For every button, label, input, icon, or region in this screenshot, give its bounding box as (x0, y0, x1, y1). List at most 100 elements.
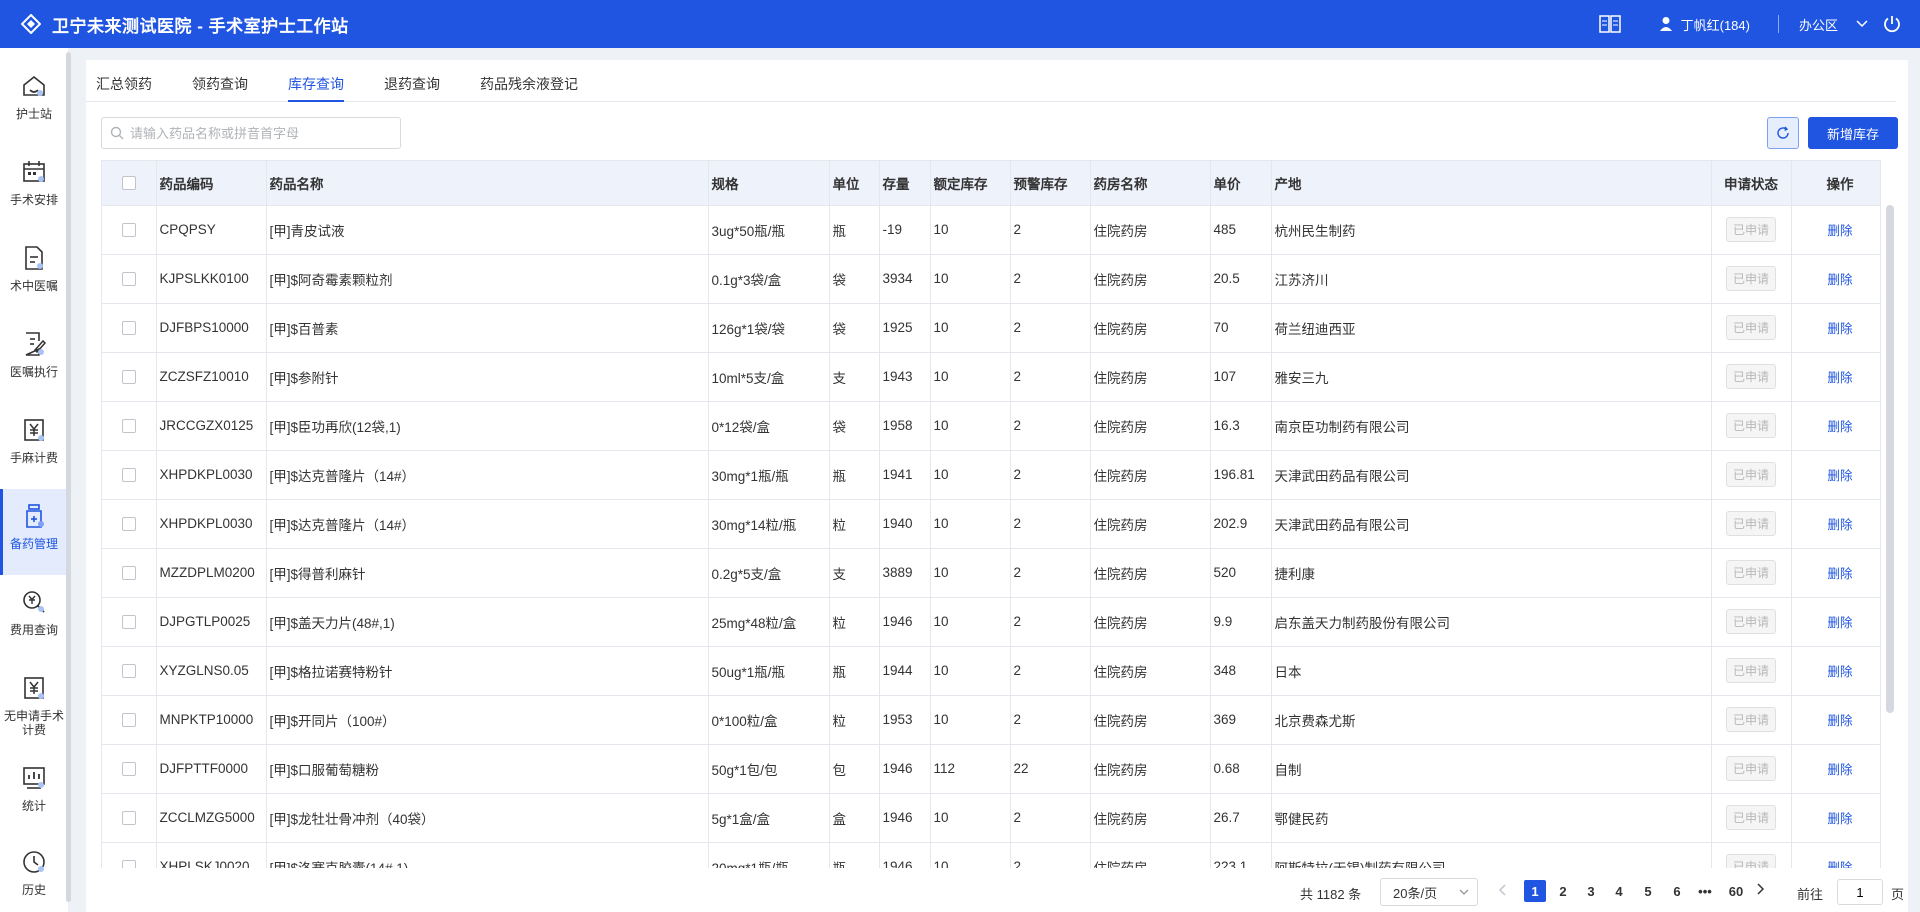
row-checkbox[interactable] (102, 548, 157, 598)
cell-status: 已申请 (1711, 254, 1792, 304)
manual-book-icon[interactable] (1598, 15, 1621, 33)
select-all-checkbox[interactable] (102, 161, 157, 206)
tab-collect-query[interactable]: 领药查询 (192, 74, 248, 102)
row-checkbox[interactable] (102, 842, 157, 868)
tab-return-query[interactable]: 退药查询 (384, 74, 440, 102)
tab-summary-collect[interactable]: 汇总领药 (96, 74, 152, 102)
page-button[interactable]: 2 (1552, 880, 1574, 902)
tab-stock-query[interactable]: 库存查询 (288, 74, 344, 102)
cell-stock: 1946 (879, 793, 931, 843)
table-row[interactable]: XHPLSKJ0020 [甲]$洛赛克胶囊(14#,1) 20mg*1瓶/瓶瓶 194… (102, 842, 1880, 868)
cell-price: 520 (1210, 548, 1272, 598)
delete-link[interactable]: 删除 (1827, 567, 1852, 581)
delete-link[interactable]: 删除 (1827, 322, 1852, 336)
next-page-button[interactable] (1756, 883, 1765, 898)
delete-link[interactable]: 删除 (1827, 616, 1852, 630)
goto-page-input[interactable] (1837, 879, 1883, 905)
table-row[interactable]: ZCCLMZG5000 [甲]$龙牡壮骨冲剂（40袋） 5g*1盒/盒盒 1946 10… (102, 793, 1880, 843)
table-row[interactable]: DJFPTTF0000 [甲]$口服葡萄糖粉 50g*1包/包包 1946 112 22 住… (102, 744, 1880, 794)
page-button[interactable]: 1 (1524, 880, 1546, 902)
delete-link[interactable]: 删除 (1827, 224, 1852, 238)
page-button[interactable]: 6 (1666, 880, 1688, 902)
sidebar-item-intraop-orders[interactable]: 术中医嘱 (0, 231, 68, 317)
row-checkbox[interactable] (102, 450, 157, 500)
power-icon[interactable] (1882, 14, 1902, 34)
table-row[interactable]: ZCZSFZ10010 [甲]$参附针 10ml*5支/盒支 1943 10 2 住院药房 1… (102, 352, 1880, 402)
cell-code: DJPGTLP0025 (156, 597, 267, 647)
cell-pharmacy: 住院药房 (1090, 695, 1211, 745)
cell-origin: 南京臣功制药有限公司 (1271, 401, 1712, 451)
table-row[interactable]: XHPDKPL0030 [甲]$达克普隆片（14#） 30mg*14粒/瓶粒 1940… (102, 499, 1880, 549)
delete-link[interactable]: 删除 (1827, 420, 1852, 434)
page-button[interactable]: 4 (1608, 880, 1630, 902)
office-label[interactable]: 办公区 (1799, 15, 1838, 34)
sidebar-scrollbar[interactable] (66, 52, 71, 902)
cell-warn: 22 (1010, 744, 1091, 794)
refresh-button[interactable] (1767, 117, 1799, 149)
sidebar-item-order-execution[interactable]: 医嘱执行 (0, 317, 68, 403)
delete-link[interactable]: 删除 (1827, 714, 1852, 728)
sidebar-item-no-request-billing[interactable]: 无申请手术计费 (0, 661, 68, 747)
delete-link[interactable]: 删除 (1827, 371, 1852, 385)
row-checkbox[interactable] (102, 254, 157, 304)
sidebar-item-history[interactable]: 历史 (0, 833, 68, 912)
table-row[interactable]: MZZDPLM0200 [甲]$得普利麻针 0.2g*5支/盒支 3889 10 2 住院药… (102, 548, 1880, 598)
table-row[interactable]: JRCCGZX0125 [甲]$臣功再欣(12袋,1) 0*12袋/盒袋 1958 10… (102, 401, 1880, 451)
delete-link[interactable]: 删除 (1827, 861, 1852, 868)
row-checkbox[interactable] (102, 695, 157, 745)
sidebar-item-surgery-schedule[interactable]: 手术安排 (0, 145, 68, 231)
table-row[interactable]: XYZGLNS0.05 [甲]$格拉诺赛特粉针 50ug*1瓶/瓶瓶 1944 10 2 住… (102, 646, 1880, 696)
cell-warn: 2 (1010, 254, 1091, 304)
search-input[interactable] (130, 125, 390, 141)
sidebar-item-nurse-station[interactable]: 护士站 (0, 59, 68, 145)
delete-link[interactable]: 删除 (1827, 812, 1852, 826)
more-pages-button[interactable]: ••• (1694, 880, 1716, 902)
delete-link[interactable]: 删除 (1827, 273, 1852, 287)
user-menu[interactable]: 丁帆红(184) (1659, 15, 1750, 34)
row-checkbox[interactable] (102, 401, 157, 451)
table-row[interactable]: XHPDKPL0030 [甲]$达克普隆片（14#） 30mg*1瓶/瓶瓶 1941 1… (102, 450, 1880, 500)
page-button[interactable]: 5 (1637, 880, 1659, 902)
row-checkbox[interactable] (102, 793, 157, 843)
page-button[interactable]: 3 (1580, 880, 1602, 902)
cell-unit: 包 (829, 744, 880, 794)
sidebar-item-fee-query[interactable]: 费用查询 (0, 575, 68, 661)
row-checkbox[interactable] (102, 597, 157, 647)
cell-spec: 20mg*1瓶/瓶 (708, 842, 830, 868)
table-row[interactable]: DJFBPS10000 [甲]$百普素 126g*1袋/袋袋 1925 10 2 住院药房 7… (102, 303, 1880, 353)
cell-rated: 10 (930, 793, 1011, 843)
cell-origin: 天津武田药品有限公司 (1271, 450, 1712, 500)
cell-code: XHPLSKJ0020 (156, 842, 267, 868)
cell-spec: 0.1g*3袋/盒 (708, 254, 830, 304)
page-button[interactable]: 60 (1723, 880, 1749, 902)
tab-residual-register[interactable]: 药品残余液登记 (480, 74, 578, 102)
cell-warn: 2 (1010, 695, 1091, 745)
row-checkbox[interactable] (102, 352, 157, 402)
table-row[interactable]: KJPSLKK0100 [甲]$阿奇霉素颗粒剂 0.1g*3袋/盒袋 3934 10 2 住… (102, 254, 1880, 304)
sidebar-item-anesthesia-billing[interactable]: 手麻计费 (0, 403, 68, 489)
chevron-down-icon[interactable] (1856, 20, 1868, 28)
row-checkbox[interactable] (102, 205, 157, 255)
cell-warn: 2 (1010, 352, 1091, 402)
row-checkbox[interactable] (102, 499, 157, 549)
table-row[interactable]: CPQPSY [甲]青皮试液 3ug*50瓶/瓶瓶 -19 10 2 住院药房 485 杭州民生… (102, 205, 1880, 255)
row-checkbox[interactable] (102, 303, 157, 353)
cell-name: [甲]$参附针 (266, 352, 709, 402)
page-size-select[interactable]: 20条/页 (1380, 878, 1478, 906)
delete-link[interactable]: 删除 (1827, 518, 1852, 532)
sidebar-item-statistics[interactable]: 统计 (0, 747, 68, 833)
add-stock-button[interactable]: 新增库存 (1808, 117, 1898, 149)
column-header: 操作 (1791, 161, 1880, 206)
row-checkbox[interactable] (102, 646, 157, 696)
table-row[interactable]: MNPKTP10000 [甲]$开同片（100#） 0*100粒/盒粒 1953 10 2… (102, 695, 1880, 745)
prev-page-button[interactable] (1498, 884, 1507, 899)
delete-link[interactable]: 删除 (1827, 665, 1852, 679)
delete-link[interactable]: 删除 (1827, 763, 1852, 777)
sidebar-item-medicine-management[interactable]: 备药管理 (0, 489, 68, 575)
cell-warn: 2 (1010, 450, 1091, 500)
table-row[interactable]: DJPGTLP0025 [甲]$盖天力片(48#,1) 25mg*48粒/盒粒 194… (102, 597, 1880, 647)
row-checkbox[interactable] (102, 744, 157, 794)
table-scrollbar[interactable] (1886, 205, 1894, 713)
column-header: 预警库存 (1010, 161, 1091, 206)
delete-link[interactable]: 删除 (1827, 469, 1852, 483)
